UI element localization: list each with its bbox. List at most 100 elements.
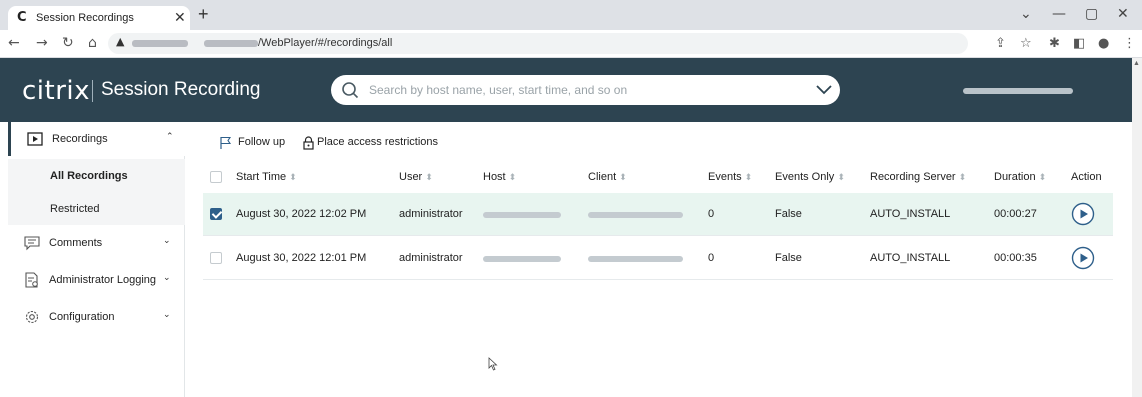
home-icon[interactable]: ⌂ bbox=[88, 35, 97, 51]
comment-icon bbox=[24, 236, 40, 251]
sidebar-item-comments[interactable]: Comments ⌄ bbox=[8, 226, 185, 260]
sidebar-item-administrator-logging[interactable]: Administrator Logging ⌄ bbox=[8, 263, 185, 297]
forward-icon[interactable]: → bbox=[36, 35, 48, 51]
back-icon[interactable]: ← bbox=[8, 35, 20, 51]
search-icon bbox=[342, 82, 359, 99]
cell-start-time: August 30, 2022 12:01 PM bbox=[236, 252, 367, 264]
sidebar: Recordings ⌃ All Recordings Restricted C… bbox=[0, 122, 185, 397]
cell-recording-server: AUTO_INSTALL bbox=[870, 252, 951, 264]
column-host[interactable]: Host ⬍ bbox=[483, 171, 516, 183]
sort-icon: ⬍ bbox=[289, 173, 297, 183]
cell-start-time: August 30, 2022 12:02 PM bbox=[236, 208, 367, 220]
place-access-restrictions-button[interactable]: Place access restrictions bbox=[303, 136, 439, 150]
close-window-button[interactable]: ✕ bbox=[1117, 6, 1129, 22]
chevron-down-icon: ⌄ bbox=[163, 310, 171, 320]
browser-tab[interactable]: C Session Recordings ✕ bbox=[8, 6, 190, 30]
place-access-restrictions-label: Place access restrictions bbox=[317, 136, 439, 148]
column-events-only[interactable]: Events Only ⬍ bbox=[775, 171, 845, 183]
menu-icon[interactable]: ⋮ bbox=[1123, 36, 1136, 51]
play-recording-icon[interactable] bbox=[1071, 202, 1095, 226]
bookmark-star-icon[interactable]: ☆ bbox=[1020, 36, 1032, 51]
not-secure-icon[interactable]: ▲ bbox=[116, 35, 124, 48]
citrix-favicon-icon: C bbox=[17, 10, 27, 25]
chevron-down-icon: ⌄ bbox=[163, 236, 171, 246]
reload-icon[interactable]: ↻ bbox=[62, 35, 74, 51]
sort-icon: ⬍ bbox=[619, 173, 627, 183]
search-placeholder: Search by host name, user, start time, a… bbox=[369, 83, 628, 97]
table-row[interactable]: August 30, 2022 12:02 PM administrator 0… bbox=[203, 193, 1113, 236]
sort-icon: ⬍ bbox=[425, 173, 433, 183]
share-icon[interactable]: ⇪ bbox=[995, 36, 1006, 51]
table-header: Start Time ⬍ User ⬍ Host ⬍ Client ⬍ Events ⬍ … bbox=[203, 161, 1113, 192]
chevron-down-icon[interactable] bbox=[815, 84, 833, 96]
product-title: Session Recording bbox=[101, 79, 261, 100]
mouse-cursor-icon bbox=[488, 357, 498, 371]
cell-user: administrator bbox=[399, 208, 463, 220]
search-input[interactable]: Search by host name, user, start time, a… bbox=[331, 75, 840, 105]
restore-button[interactable]: ▢ bbox=[1085, 6, 1098, 22]
cell-events-only: False bbox=[775, 208, 802, 220]
sidebar-item-all-recordings[interactable]: All Recordings bbox=[8, 159, 185, 192]
sidebar-item-recordings[interactable]: Recordings ⌃ bbox=[8, 122, 185, 156]
sidebar-item-label: Configuration bbox=[49, 311, 115, 323]
header-divider bbox=[92, 80, 93, 102]
sort-icon: ⬍ bbox=[958, 173, 967, 183]
column-events[interactable]: Events ⬍ bbox=[708, 171, 752, 183]
column-duration[interactable]: Duration ⬍ bbox=[994, 171, 1046, 183]
chevron-up-icon: ⌃ bbox=[166, 132, 174, 142]
cell-events: 0 bbox=[708, 252, 715, 264]
cell-user: administrator bbox=[399, 252, 463, 264]
cell-recording-server: AUTO_INSTALL bbox=[870, 208, 951, 220]
select-all-checkbox[interactable] bbox=[210, 171, 222, 183]
cell-duration: 00:00:35 bbox=[994, 252, 1037, 264]
url-host-redacted bbox=[132, 40, 188, 47]
play-square-icon bbox=[27, 132, 43, 146]
cell-host-redacted bbox=[483, 256, 561, 262]
row-checkbox[interactable] bbox=[210, 252, 222, 264]
gear-icon bbox=[25, 310, 39, 324]
table-row[interactable]: August 30, 2022 12:01 PM administrator 0… bbox=[203, 237, 1113, 280]
cell-client-redacted bbox=[588, 212, 683, 218]
column-action: Action bbox=[1071, 171, 1102, 183]
extensions-icon[interactable]: ✱ bbox=[1049, 36, 1060, 51]
lock-icon bbox=[303, 136, 314, 150]
chevron-down-icon: ⌄ bbox=[163, 273, 171, 283]
tab-search-icon[interactable]: ⌄ bbox=[1020, 6, 1032, 22]
sidebar-subitem-label: Restricted bbox=[50, 203, 100, 215]
cell-host-redacted bbox=[483, 212, 561, 218]
sidebar-item-restricted[interactable]: Restricted bbox=[8, 192, 185, 225]
sidebar-item-label: Comments bbox=[49, 237, 103, 249]
column-user[interactable]: User ⬍ bbox=[399, 171, 433, 183]
minimize-button[interactable]: — bbox=[1052, 6, 1066, 22]
sidebar-item-label: Recordings bbox=[52, 133, 108, 145]
cell-events-only: False bbox=[775, 252, 802, 264]
sidebar-icon[interactable]: ◧ bbox=[1073, 36, 1085, 51]
cell-events: 0 bbox=[708, 208, 715, 220]
user-account-redacted[interactable] bbox=[963, 88, 1073, 94]
profile-icon[interactable]: ● bbox=[1098, 36, 1109, 51]
sort-icon: ⬍ bbox=[1038, 173, 1047, 183]
row-checkbox[interactable] bbox=[210, 208, 222, 220]
follow-up-label: Follow up bbox=[238, 136, 286, 148]
column-client[interactable]: Client ⬍ bbox=[588, 171, 627, 183]
sort-icon: ⬍ bbox=[837, 173, 845, 183]
tab-close-icon[interactable]: ✕ bbox=[174, 9, 186, 26]
browser-address-bar: ← → ↻ ⌂ ▲ /WebPlayer/#/recordings/all ⇪ … bbox=[0, 30, 1142, 58]
play-recording-icon[interactable] bbox=[1071, 246, 1095, 270]
tab-title: Session Recordings bbox=[36, 12, 134, 24]
column-start-time[interactable]: Start Time ⬍ bbox=[236, 171, 297, 183]
page-scrollbar[interactable]: ▲ bbox=[1132, 58, 1142, 397]
sidebar-subitem-label: All Recordings bbox=[50, 170, 128, 182]
follow-up-button[interactable]: Follow up bbox=[219, 136, 286, 149]
url-input[interactable]: ▲ /WebPlayer/#/recordings/all bbox=[108, 33, 968, 54]
flag-icon bbox=[220, 136, 232, 149]
scroll-up-icon[interactable]: ▲ bbox=[1133, 60, 1140, 67]
log-document-icon bbox=[25, 272, 38, 288]
url-host-redacted bbox=[204, 40, 258, 47]
sidebar-item-configuration[interactable]: Configuration ⌄ bbox=[8, 300, 185, 334]
sort-icon: ⬍ bbox=[508, 173, 517, 183]
column-recording-server[interactable]: Recording Server ⬍ bbox=[870, 171, 966, 183]
cell-client-redacted bbox=[588, 256, 683, 262]
new-tab-button[interactable]: + bbox=[198, 5, 209, 23]
citrix-logo: citrix bbox=[22, 76, 91, 106]
